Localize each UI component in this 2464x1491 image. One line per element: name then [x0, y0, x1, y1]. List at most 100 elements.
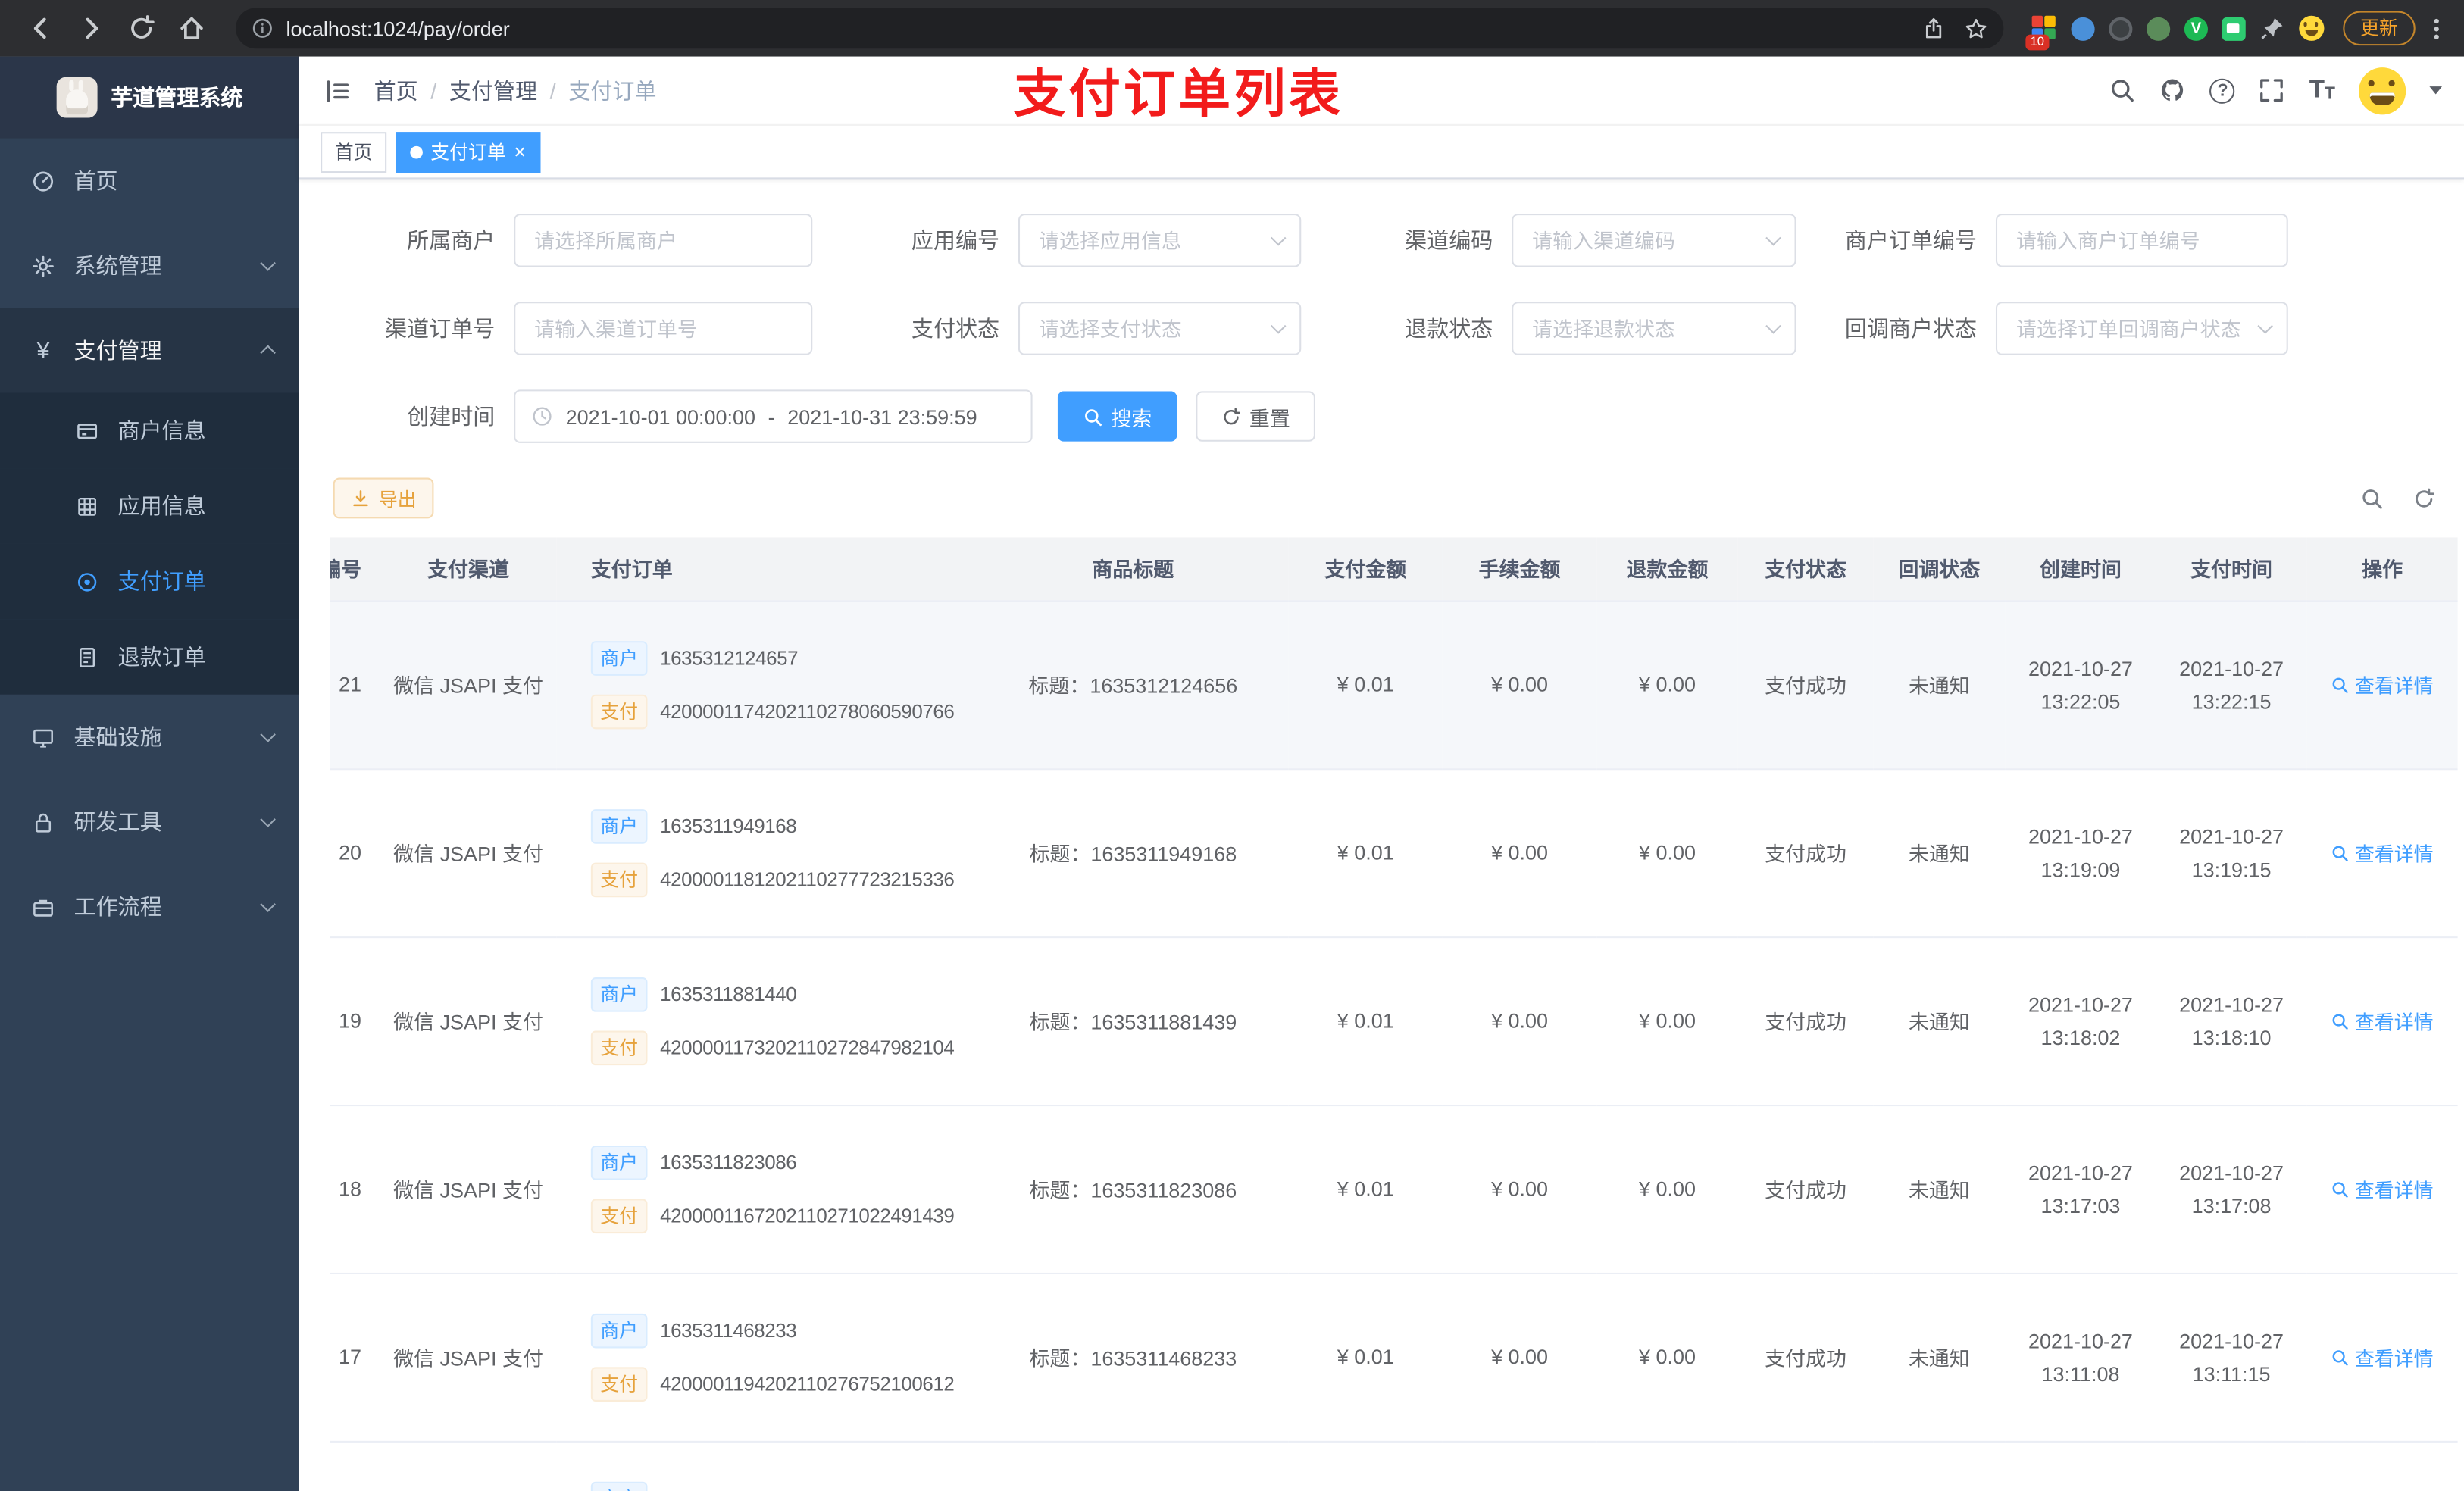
clock-icon: [533, 407, 552, 426]
sidebar-item-workflow[interactable]: 工作流程: [0, 864, 299, 949]
extension-v-icon[interactable]: V: [2184, 16, 2208, 40]
app-select[interactable]: [1018, 214, 1302, 267]
breadcrumb-home[interactable]: 首页: [374, 75, 418, 106]
sidebar-item-payment[interactable]: ¥ 支付管理: [0, 308, 299, 393]
navbar: 首页 / 支付管理 / 支付订单 支付订单列表 ? TT: [299, 57, 2464, 126]
cell-fee: ¥ 0.00: [1442, 1105, 1597, 1274]
refund-status-select[interactable]: [1512, 302, 1796, 355]
cell-id: [330, 1440, 380, 1491]
cell-refund: ¥ 0.00: [1596, 1272, 1738, 1442]
cell-amount: ¥ 0.01: [1288, 1105, 1443, 1274]
date-range-picker[interactable]: 2021-10-01 00:00:00 - 2021-10-31 23:59:5…: [514, 389, 1033, 443]
cell-pay-time: 2021-10-27 13:19:15: [2156, 768, 2307, 938]
active-dot: [410, 145, 423, 158]
extension-blue-icon[interactable]: [2071, 16, 2095, 40]
search-icon: [1085, 408, 1102, 426]
reload-icon[interactable]: [127, 14, 155, 42]
url-bar[interactable]: localhost:1024/pay/order: [236, 8, 2004, 49]
url-text[interactable]: localhost:1024/pay/order: [286, 17, 1921, 40]
cell-title: 标题：1635311823086: [977, 1105, 1289, 1274]
channel-code-select[interactable]: [1512, 214, 1796, 267]
table-search-icon[interactable]: [2360, 486, 2384, 510]
sidebar-item-infra[interactable]: 基础设施: [0, 695, 299, 780]
sidebar-item-devtools[interactable]: 研发工具: [0, 780, 299, 864]
extension-badge: 10: [2025, 34, 2050, 51]
sidebar-item-refund-order[interactable]: 退款订单: [0, 619, 299, 695]
pay-status-select[interactable]: [1018, 302, 1302, 355]
screen: localhost:1024/pay/order 10 V 更新 芋道管理系统 …: [0, 0, 2464, 1491]
extension-dark-icon[interactable]: [2109, 16, 2133, 40]
search-icon[interactable]: [2109, 77, 2136, 104]
sidebar-item-system[interactable]: 系统管理: [0, 223, 299, 308]
home-icon[interactable]: [177, 14, 205, 42]
merchant-tag: 商户: [590, 976, 648, 1011]
avatar[interactable]: [2359, 67, 2406, 114]
share-icon[interactable]: [1921, 17, 1945, 40]
logo[interactable]: 芋道管理系统: [0, 56, 299, 139]
pin-icon[interactable]: [2259, 16, 2284, 41]
chevron-down-icon: [260, 896, 276, 912]
cell-pay-time: 2021-10-27 13:17:08: [2156, 1105, 2307, 1274]
cell-id: 19: [330, 936, 380, 1106]
cell-create-time: 2021-10-27 13:18:02: [2005, 936, 2156, 1106]
view-detail-link[interactable]: 查看详情: [2331, 837, 2434, 867]
channel-order-no-input[interactable]: [514, 302, 813, 355]
sidebar-item-home[interactable]: 首页: [0, 139, 299, 223]
cell-action: 查看详情: [2306, 600, 2458, 770]
table-row: 17 微信 JSAPI 支付 商户 1635311468233 支付 4200001…: [330, 1272, 2458, 1442]
merchant-order-no-input[interactable]: [1995, 214, 2288, 267]
view-detail-link[interactable]: 查看详情: [2331, 1174, 2434, 1203]
sidebar-fold-icon[interactable]: [324, 77, 352, 105]
forward-icon[interactable]: [77, 14, 105, 42]
yen-icon: ¥: [36, 336, 50, 364]
extension-grid-icon[interactable]: 10: [2025, 15, 2057, 51]
browser-update-button[interactable]: 更新: [2343, 11, 2416, 46]
back-icon[interactable]: [27, 14, 55, 42]
table-row: 21 微信 JSAPI 支付 商户 1635312124657 支付 4200001…: [330, 600, 2458, 770]
filter-merchant: 所属商户: [330, 214, 813, 267]
extension-green-icon[interactable]: [2147, 16, 2171, 40]
cell-channel: 微信 JSAPI 支付: [380, 1272, 557, 1442]
github-icon[interactable]: [2160, 77, 2187, 104]
view-detail-link[interactable]: 查看详情: [2331, 1005, 2434, 1035]
fullscreen-icon[interactable]: [2259, 77, 2285, 104]
table-row: 20 微信 JSAPI 支付 商户 1635311949168 支付 4200001…: [330, 768, 2458, 938]
browser-menu-icon[interactable]: [2425, 12, 2448, 45]
sidebar-item-pay-order[interactable]: 支付订单: [0, 543, 299, 620]
site-info-icon[interactable]: [252, 17, 274, 39]
gear-icon: [33, 255, 54, 277]
sidebar-item-app-info[interactable]: 应用信息: [0, 468, 299, 544]
tab-home[interactable]: 首页: [321, 131, 387, 173]
extension-chat-icon[interactable]: [2222, 16, 2246, 40]
caret-down-icon[interactable]: [2429, 86, 2442, 95]
bookmark-star-icon[interactable]: [1964, 17, 1987, 40]
tab-pay-order[interactable]: 支付订单 ×: [396, 131, 540, 173]
table-refresh-icon[interactable]: [2412, 486, 2436, 510]
cell-pay-order: 商户 1635311823086 支付 4200001167202110271022…: [556, 1105, 978, 1274]
filter-notify-status: 回调商户状态: [1796, 302, 2288, 355]
view-detail-link[interactable]: 查看详情: [2331, 670, 2434, 699]
merchant-select[interactable]: [514, 214, 813, 267]
breadcrumb-payment[interactable]: 支付管理: [449, 75, 537, 106]
search-button[interactable]: 搜索: [1057, 391, 1177, 442]
view-detail-link[interactable]: 查看详情: [2331, 1342, 2434, 1371]
export-button[interactable]: 导出: [333, 477, 434, 519]
emoji-extension-icon[interactable]: [2299, 15, 2325, 41]
pay-tag: 支付: [590, 693, 648, 729]
sidebar-item-merchant-info[interactable]: 商户信息: [0, 392, 299, 469]
font-size-icon[interactable]: TT: [2309, 77, 2335, 103]
cell-pay-time: 2021-10-27 13:18:10: [2156, 936, 2307, 1106]
notify-status-select[interactable]: [1995, 302, 2288, 355]
cell-title: 标题：1635311881439: [977, 936, 1289, 1106]
cell-id: 21: [330, 600, 380, 770]
reset-button[interactable]: 重置: [1196, 391, 1316, 442]
chevron-up-icon: [260, 345, 276, 361]
cell-action: 查看详情: [2306, 1105, 2458, 1274]
close-icon[interactable]: ×: [514, 142, 526, 162]
monitor-icon: [33, 728, 53, 747]
date-separator: -: [768, 405, 775, 429]
cell-notify: 未通知: [1873, 1272, 2006, 1442]
cell-channel: 微信 JSAPI 支付: [380, 600, 557, 770]
help-icon[interactable]: ?: [2210, 77, 2236, 103]
cell-status: [1737, 1440, 1874, 1491]
